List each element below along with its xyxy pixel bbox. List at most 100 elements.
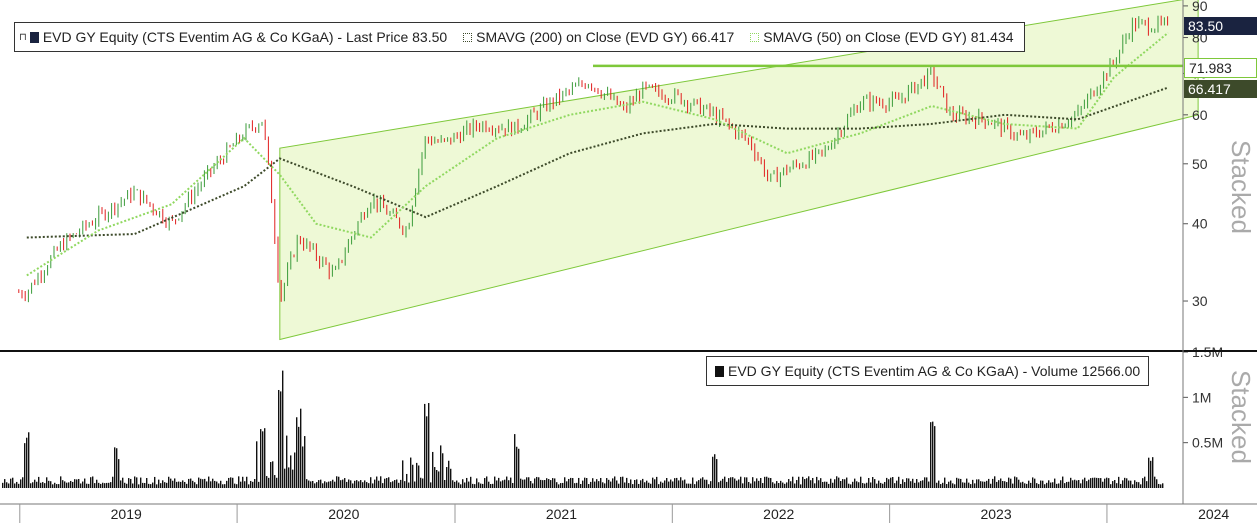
volume-bar — [504, 479, 506, 488]
volume-bar — [218, 483, 220, 488]
volume-bar — [616, 480, 618, 488]
price-y-tick-label: 30 — [1192, 293, 1208, 309]
volume-bar — [168, 476, 170, 488]
volume-bar — [534, 478, 536, 488]
volume-bar — [170, 478, 172, 488]
volume-bar — [676, 477, 678, 488]
volume-bar — [902, 479, 904, 488]
volume-bar — [188, 478, 190, 488]
volume-bar — [660, 481, 662, 488]
volume-y-tick-label: 0.5M — [1192, 435, 1223, 451]
volume-bar — [944, 477, 946, 488]
volume-bar — [1066, 481, 1068, 488]
volume-bar — [642, 478, 644, 488]
volume-bar — [198, 477, 200, 488]
volume-bar — [34, 479, 36, 488]
volume-bar — [86, 483, 88, 488]
volume-bar — [12, 477, 14, 488]
volume-bar — [696, 481, 698, 488]
volume-bar — [758, 480, 760, 488]
volume-bar — [624, 482, 626, 488]
volume-bar — [460, 484, 462, 488]
x-tick-label: 2023 — [980, 506, 1011, 522]
volume-bar — [970, 484, 972, 488]
volume-bar — [72, 481, 74, 488]
volume-bar — [688, 483, 690, 488]
volume-bar — [650, 483, 652, 488]
volume-bar — [286, 435, 288, 488]
volume-bar — [84, 478, 86, 488]
volume-bar — [792, 476, 794, 488]
volume-bar — [938, 480, 940, 488]
volume-bar — [746, 477, 748, 488]
volume-bar — [452, 480, 454, 488]
volume-bar — [788, 479, 790, 488]
volume-legend: EVD GY Equity (CTS Eventim AG & Co KGaA)… — [706, 356, 1150, 386]
volume-bar — [656, 476, 658, 488]
volume-bar — [426, 416, 428, 488]
volume-bar — [80, 483, 82, 488]
volume-bar — [1008, 477, 1010, 488]
volume-bar — [892, 477, 894, 488]
price-swatch-icon — [29, 31, 39, 43]
volume-bar — [532, 483, 534, 488]
volume-bar — [640, 480, 642, 488]
volume-bar — [1104, 478, 1106, 488]
volume-bar — [342, 479, 344, 488]
volume-bar — [562, 482, 564, 488]
volume-bar — [178, 481, 180, 488]
volume-bar — [778, 483, 780, 488]
volume-bar — [600, 477, 602, 488]
volume-bar — [602, 482, 604, 488]
stacked-label-top: Stacked — [1226, 140, 1256, 234]
volume-bar — [648, 482, 650, 488]
volume-bar — [608, 479, 610, 488]
volume-bar — [376, 476, 378, 488]
volume-bar — [690, 483, 692, 488]
volume-bar — [1118, 476, 1120, 488]
volume-bar — [46, 477, 48, 488]
volume-bar — [364, 480, 366, 488]
volume-bar — [952, 483, 954, 488]
volume-bar — [800, 484, 802, 488]
volume-bar — [290, 455, 292, 488]
volume-bar — [262, 431, 264, 488]
volume-bar — [392, 481, 394, 488]
volume-bar — [240, 481, 242, 488]
volume-bar — [1050, 482, 1052, 488]
volume-bar — [334, 481, 336, 488]
volume-bar — [968, 482, 970, 488]
volume-bar — [264, 428, 266, 488]
volume-bar — [904, 482, 906, 488]
volume-bar — [606, 478, 608, 488]
pin-icon[interactable]: ⊓ — [19, 32, 27, 43]
volume-bar — [166, 482, 168, 488]
volume-bar — [158, 479, 160, 488]
volume-bar — [982, 481, 984, 488]
volume-bar — [588, 484, 590, 488]
volume-bar — [948, 481, 950, 488]
volume-bar — [210, 481, 212, 488]
volume-bar — [1142, 478, 1144, 488]
volume-bar — [280, 391, 282, 488]
volume-bar — [1064, 483, 1066, 488]
volume-bar — [338, 476, 340, 488]
volume-bar — [990, 483, 992, 488]
volume-bar — [540, 479, 542, 488]
volume-bar — [666, 478, 668, 488]
volume-bar — [550, 480, 552, 488]
volume-bar — [538, 477, 540, 488]
volume-bar — [930, 422, 932, 488]
volume-bar — [1098, 478, 1100, 488]
volume-bar — [710, 481, 712, 488]
volume-bar — [1096, 477, 1098, 488]
volume-bar — [974, 483, 976, 488]
volume-bar — [232, 477, 234, 488]
volume-bar — [138, 484, 140, 488]
volume-bar — [1038, 484, 1040, 488]
volume-bar — [814, 483, 816, 488]
volume-bar — [486, 476, 488, 488]
volume-bar — [834, 479, 836, 488]
volume-bar — [276, 477, 278, 488]
volume-bar — [638, 483, 640, 488]
